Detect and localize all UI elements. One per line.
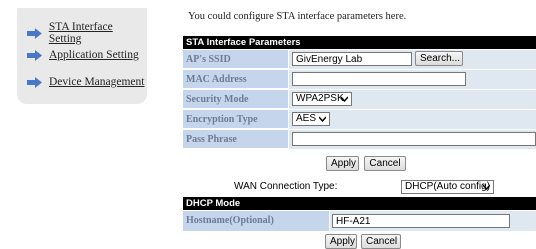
hostname-input[interactable] bbox=[332, 214, 510, 228]
mac-address-value-cell bbox=[289, 70, 536, 90]
apply-button[interactable]: Apply bbox=[326, 156, 359, 171]
sidebar-item-device-management[interactable]: Device Management bbox=[27, 76, 144, 88]
page-description: You could configure STA interface parame… bbox=[188, 11, 407, 22]
sidebar-menu: STA Interface Setting Application Settin… bbox=[17, 8, 147, 104]
encryption-type-selected: AES bbox=[296, 113, 317, 124]
security-mode-label: Security Mode bbox=[183, 90, 288, 109]
section-header-sta-parameters: STA Interface Parameters bbox=[183, 36, 536, 49]
ssid-input[interactable] bbox=[292, 52, 412, 66]
encryption-type-value-cell: AES bbox=[289, 110, 536, 130]
arrow-right-icon bbox=[27, 27, 42, 39]
sidebar-item-label[interactable]: STA Interface Setting bbox=[49, 21, 147, 45]
encryption-type-label: Encryption Type bbox=[183, 110, 288, 129]
wan-connection-type-select[interactable]: DHCP(Auto config) bbox=[401, 180, 494, 194]
row-encryption-type: Encryption Type AES bbox=[183, 110, 536, 130]
security-mode-select[interactable]: WPA2PSK bbox=[292, 92, 352, 106]
cancel-button[interactable]: Cancel bbox=[364, 156, 406, 171]
hostname-value-cell bbox=[330, 211, 536, 231]
chevron-down-icon bbox=[319, 116, 326, 122]
arrow-right-icon bbox=[27, 49, 42, 61]
row-security-mode: Security Mode WPA2PSK bbox=[183, 90, 536, 110]
row-mac-address: MAC Address (Optional) bbox=[183, 70, 536, 104]
row-ssid: AP's SSID Search... bbox=[183, 50, 536, 70]
encryption-type-select[interactable]: AES bbox=[292, 112, 330, 126]
security-mode-value-cell: WPA2PSK bbox=[289, 90, 536, 110]
wan-connection-type-label: WAN Connection Type: bbox=[234, 181, 338, 192]
sidebar-item-sta-interface-setting[interactable]: STA Interface Setting bbox=[27, 21, 147, 45]
pass-phrase-label: Pass Phrase bbox=[183, 130, 288, 149]
chevron-down-icon bbox=[341, 96, 348, 102]
hostname-label: Hostname(Optional) bbox=[183, 211, 329, 231]
arrow-right-icon bbox=[27, 76, 42, 88]
pass-phrase-value-cell bbox=[289, 130, 536, 150]
chevron-down-icon bbox=[483, 184, 490, 190]
row-pass-phrase: Pass Phrase bbox=[183, 130, 536, 150]
mac-address-input[interactable] bbox=[292, 72, 466, 86]
pass-phrase-input[interactable] bbox=[292, 132, 536, 146]
ssid-label: AP's SSID bbox=[183, 50, 288, 69]
sidebar-item-label[interactable]: Application Setting bbox=[49, 49, 139, 61]
search-button[interactable]: Search... bbox=[415, 51, 463, 66]
mac-address-label: MAC Address (Optional) bbox=[183, 70, 288, 104]
sidebar-item-application-setting[interactable]: Application Setting bbox=[27, 49, 139, 61]
sidebar-item-label[interactable]: Device Management bbox=[49, 76, 144, 88]
row-hostname: Hostname(Optional) bbox=[183, 211, 536, 231]
ssid-value-cell: Search... bbox=[289, 50, 536, 70]
security-mode-selected: WPA2PSK bbox=[296, 93, 344, 104]
section-header-dhcp-mode: DHCP Mode bbox=[183, 197, 536, 210]
wan-connection-type-selected: DHCP(Auto config) bbox=[405, 181, 491, 192]
